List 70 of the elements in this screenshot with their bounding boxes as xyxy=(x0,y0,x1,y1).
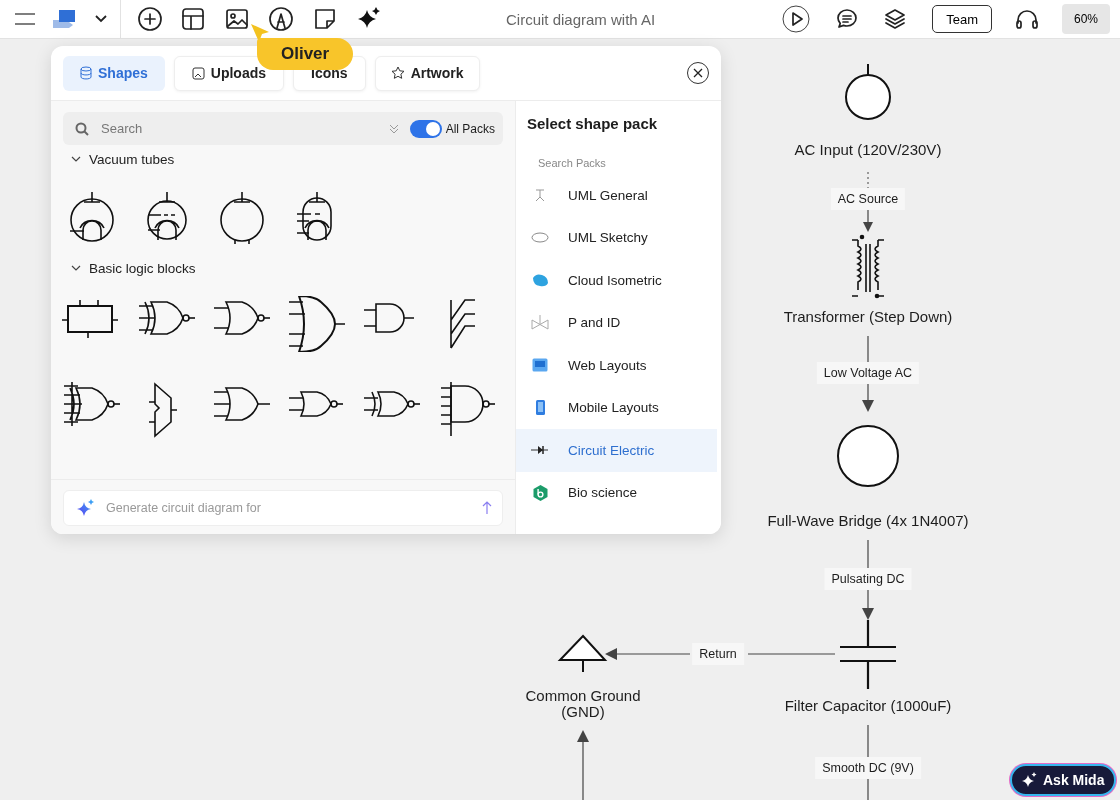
cursor-arrow-icon xyxy=(251,24,269,42)
section-header[interactable]: Vacuum tubes xyxy=(51,148,515,170)
toggle-label: All Packs xyxy=(445,121,495,136)
logic-gate-icon[interactable] xyxy=(286,296,347,352)
node-label: Full-Wave Bridge (4x 1N4007) xyxy=(767,513,969,529)
image-icon[interactable] xyxy=(224,6,250,32)
node-label: Transformer (Step Down) xyxy=(783,309,953,325)
arrow-connector xyxy=(863,208,873,232)
node-label: AC Input (120V/230V) xyxy=(794,142,942,158)
prompt-bar[interactable]: Generate circuit diagram for xyxy=(63,490,503,526)
cloud-icon xyxy=(531,273,549,288)
close-icon[interactable] xyxy=(687,62,709,84)
team-button[interactable]: Team xyxy=(932,5,992,33)
search-bar[interactable]: Search All Packs xyxy=(63,112,503,145)
pack-item[interactable]: P and ID xyxy=(516,301,717,344)
bridge-symbol xyxy=(837,425,899,487)
ellipse-icon xyxy=(531,232,549,244)
edge-label: Pulsating DC xyxy=(824,568,912,590)
node-label: Common Ground (GND) xyxy=(524,688,642,720)
zoom-level[interactable]: 60% xyxy=(1062,4,1110,34)
arrow-connector xyxy=(862,588,874,620)
star-icon xyxy=(390,66,405,80)
search-icon xyxy=(75,121,89,136)
hexagon-icon xyxy=(532,484,548,501)
connector-line xyxy=(867,539,869,571)
transformer-symbol xyxy=(851,234,885,299)
toggle-switch[interactable] xyxy=(409,119,442,138)
pack-item[interactable]: Circuit Electric xyxy=(516,429,717,472)
stick-figure-icon xyxy=(534,188,546,203)
edge-label: Low Voltage AC xyxy=(816,362,920,384)
send-arrow-icon[interactable] xyxy=(482,501,492,515)
panel-tab[interactable]: Shapes xyxy=(63,55,165,91)
play-icon[interactable] xyxy=(782,6,811,32)
arrow-connector xyxy=(862,382,874,412)
connector-line xyxy=(867,777,869,800)
pack-item[interactable]: UML Sketchy xyxy=(516,216,717,259)
layout-icon[interactable] xyxy=(180,6,206,32)
edge-label: Return xyxy=(692,643,744,665)
search-field[interactable]: Search xyxy=(99,120,378,137)
vacuum-tube-icon[interactable] xyxy=(218,190,265,246)
pack-item[interactable]: Mobile Layouts xyxy=(516,386,717,429)
diode-icon xyxy=(531,445,549,456)
edge-label: AC Source xyxy=(830,188,906,210)
node-label: Filter Capacitor (1000uF) xyxy=(784,698,952,714)
sticky-note-icon[interactable] xyxy=(312,6,338,32)
ask-assistant-button[interactable]: Ask Mida xyxy=(1010,764,1117,796)
add-icon[interactable] xyxy=(137,6,163,32)
pack-list-title: Select shape pack xyxy=(526,115,659,132)
pack-item[interactable]: UML General xyxy=(516,174,717,217)
pack-item[interactable]: Web Layouts xyxy=(516,344,717,387)
connector-line xyxy=(867,724,869,759)
ac-source-symbol xyxy=(845,63,891,120)
ground-symbol xyxy=(557,634,608,673)
valve-icon xyxy=(531,313,549,332)
image-icon xyxy=(191,66,205,80)
phone-icon xyxy=(535,400,545,416)
edge-label: Smooth DC (9V) xyxy=(815,757,921,779)
section-header[interactable]: Basic logic blocks xyxy=(51,257,515,279)
document-title[interactable]: Circuit diagram with AI xyxy=(391,10,771,28)
database-icon xyxy=(80,66,92,80)
connector-line xyxy=(867,335,869,365)
dashed-connector xyxy=(867,171,869,191)
collaborator-tooltip: Oliver xyxy=(257,38,354,70)
arrow-connector xyxy=(577,730,589,800)
pack-item[interactable]: Bio science xyxy=(516,471,717,514)
pen-circle-icon[interactable] xyxy=(268,6,294,32)
panel-tab[interactable]: Artwork xyxy=(374,55,480,91)
monitor-icon xyxy=(532,358,548,373)
sparkle-icon xyxy=(1022,772,1038,788)
pack-item[interactable]: Cloud Isometric xyxy=(516,259,717,302)
